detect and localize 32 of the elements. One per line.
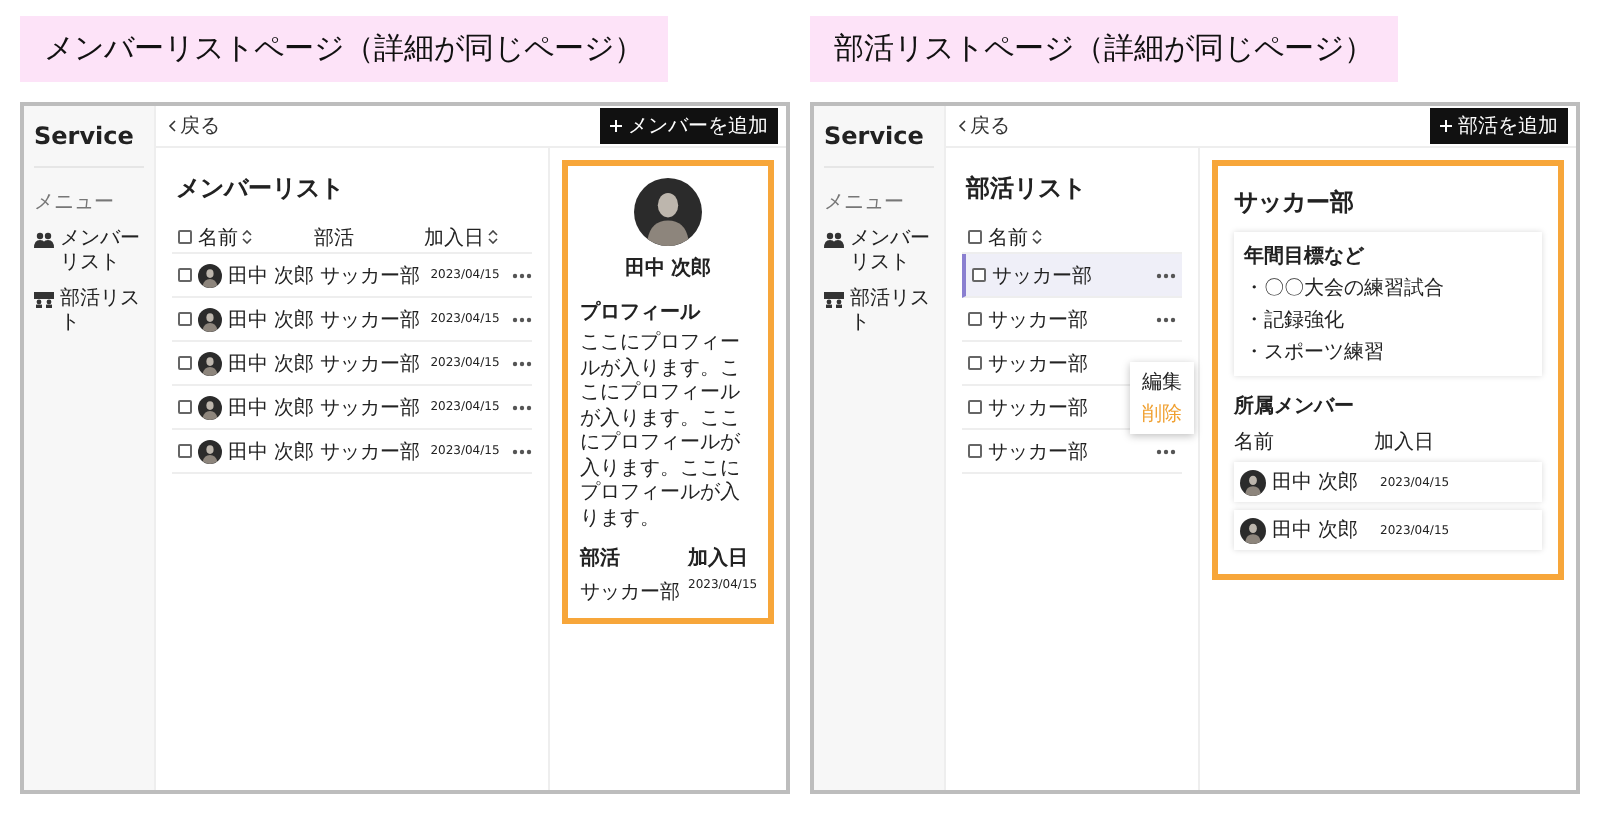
section-heading: 年間目標など xyxy=(1244,243,1366,270)
member-name: 田中 次郎 xyxy=(228,395,315,421)
goal-item: ・〇〇大会の練習試合 xyxy=(1244,275,1446,302)
field-label: 部活 xyxy=(580,545,622,572)
page-caption: 部活リストページ（詳細が同じページ） xyxy=(810,16,1398,82)
section-heading: 所属メンバー xyxy=(1234,393,1356,420)
member-name: 田中 次郎 xyxy=(228,439,315,465)
member-name: 田中 次郎 xyxy=(624,254,712,282)
column-header: 名前 xyxy=(1234,430,1276,456)
club-name: サッカー部 xyxy=(320,395,423,421)
page-caption: メンバーリストページ（詳細が同じページ） xyxy=(20,16,668,82)
club-name: サッカー部 xyxy=(320,439,423,465)
list-title: 部活リスト xyxy=(966,172,1088,206)
club-name: サッカー部 xyxy=(320,307,423,333)
member-name: 田中 次郎 xyxy=(228,351,315,377)
menu-label: メニュー xyxy=(34,190,116,216)
club-name: サッカー部 xyxy=(320,263,423,289)
goal-item: ・記録強化 xyxy=(1244,307,1346,334)
brand-logo: Service xyxy=(824,122,934,168)
member-name: 田中 次郎 xyxy=(228,263,315,289)
goal-item: ・スポーツ練習 xyxy=(1244,339,1386,366)
column-header: 加入日 xyxy=(1374,429,1436,456)
field-label: 加入日 xyxy=(688,545,750,572)
field-value: サッカー部 xyxy=(580,579,680,606)
profile-text: ここにプロフィールが入ります。ここにプロフィールが入ります。ここにプロフィールが入ります。ここにプロフィールが入ります。 xyxy=(580,332,742,532)
club-name: サッカー部 xyxy=(320,351,423,377)
club-title: サッカー部 xyxy=(1234,186,1356,220)
brand-logo: Service xyxy=(34,122,144,168)
menu-label: メニュー xyxy=(824,190,906,216)
section-heading: プロフィール xyxy=(580,298,703,326)
member-name: 田中 次郎 xyxy=(228,307,315,333)
list-title: メンバーリスト xyxy=(176,172,346,206)
